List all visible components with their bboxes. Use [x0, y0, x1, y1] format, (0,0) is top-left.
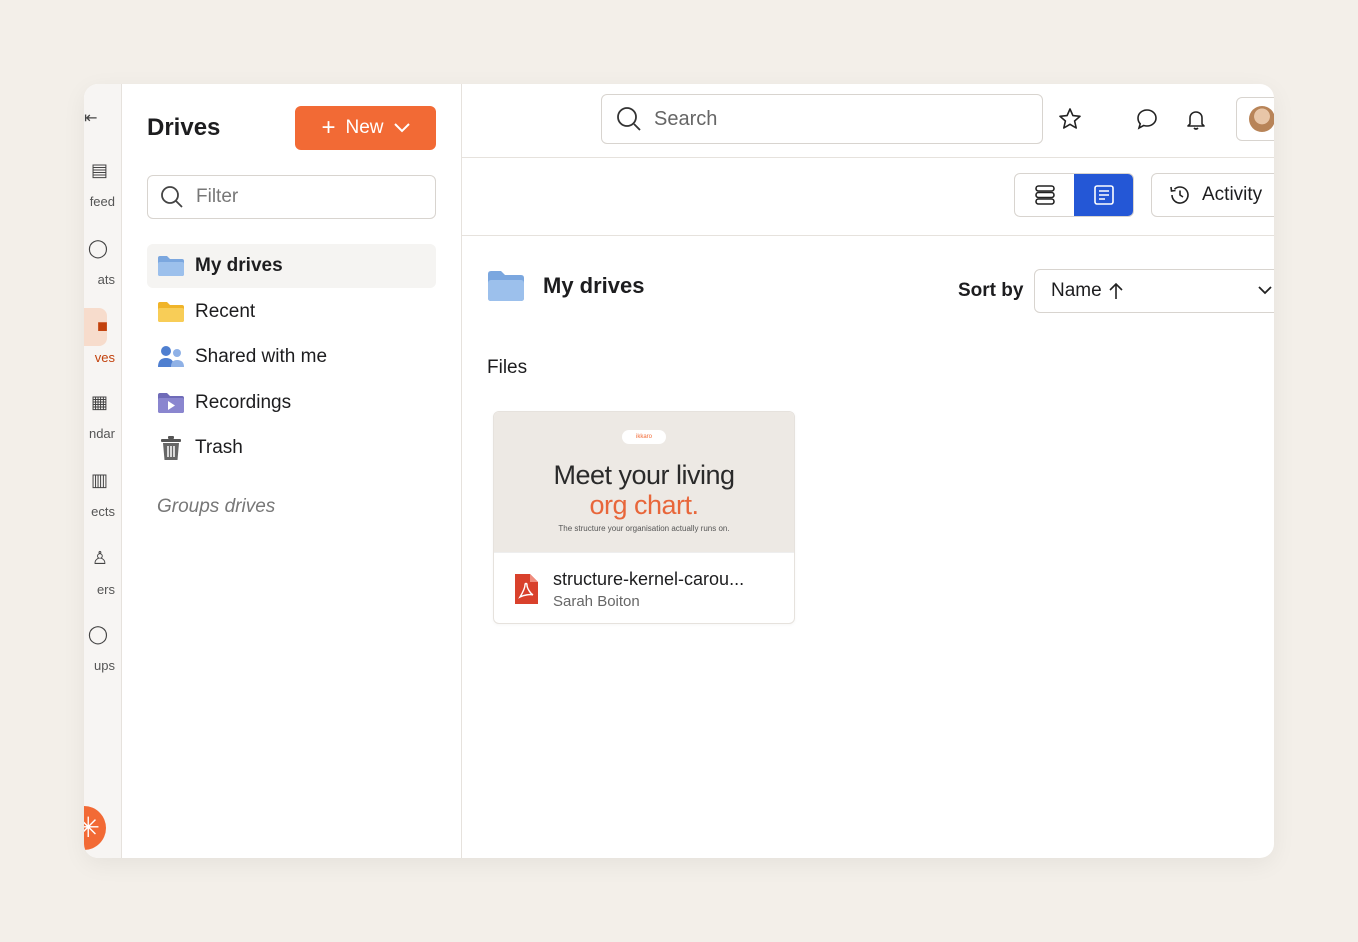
- file-name: structure-kernel-carou...: [553, 569, 745, 589]
- new-button[interactable]: + New: [295, 106, 436, 150]
- activity-label: Activity: [1202, 184, 1263, 205]
- app-logo-icon[interactable]: ✳: [84, 806, 106, 850]
- search-icon: [617, 107, 641, 131]
- view-toolbar: Activity: [462, 158, 1274, 236]
- file-thumbnail: ikkaro Meet your living org chart. The s…: [494, 412, 794, 552]
- collapse-icon[interactable]: ⇤: [84, 108, 97, 128]
- users-icon: ♙: [91, 548, 108, 568]
- nav-item-recordings[interactable]: Recordings: [147, 381, 436, 425]
- nav-item-label: Trash: [195, 437, 243, 458]
- thumbnail-subtitle: The structure your organisation actually…: [558, 524, 730, 533]
- chat-icon: ◯: [87, 238, 108, 258]
- rail-item-label: ves: [94, 350, 115, 365]
- search-field[interactable]: [601, 94, 1043, 144]
- search-input[interactable]: [654, 107, 1014, 131]
- nav-item-label: Recent: [195, 300, 256, 322]
- content-header: My drives: [487, 270, 645, 302]
- bell-icon[interactable]: [1183, 106, 1209, 132]
- app-window: ⇤ ▤ feed ◯ ats ■ ves ▦ ndar ▥ ects ♙ ers…: [84, 84, 1274, 858]
- activity-button[interactable]: Activity: [1151, 173, 1274, 217]
- list-view-icon: [1034, 185, 1055, 205]
- rail-item-label: feed: [89, 194, 115, 209]
- chevron-down-icon: [1258, 286, 1272, 295]
- nav-item-label: Recordings: [195, 391, 292, 413]
- new-button-label: New: [345, 117, 384, 138]
- people-icon: [157, 345, 185, 369]
- star-icon[interactable]: [1057, 106, 1083, 132]
- nav-item-my-drives[interactable]: My drives: [147, 244, 436, 288]
- avatar-image: [1249, 106, 1274, 132]
- chevron-down-icon: [393, 123, 410, 133]
- plus-icon: +: [321, 114, 336, 141]
- history-icon: [1170, 186, 1189, 204]
- app-rail: ⇤ ▤ feed ◯ ats ■ ves ▦ ndar ▥ ects ♙ ers…: [84, 84, 122, 858]
- pdf-file-icon: [515, 574, 538, 604]
- chat-bubble-icon[interactable]: [1134, 106, 1160, 132]
- sort-select[interactable]: Name: [1034, 269, 1274, 313]
- yellow-folder-icon: [157, 300, 185, 324]
- avatar[interactable]: [1236, 97, 1274, 141]
- view-toggle: [1014, 173, 1134, 217]
- rail-item-label: ects: [91, 504, 115, 519]
- file-owner: Sarah Boiton: [553, 593, 640, 610]
- thumbnail-headline: Meet your living: [553, 460, 735, 490]
- video-folder-icon: [157, 391, 185, 415]
- blue-folder-icon: [488, 271, 524, 301]
- files-section-label: Files: [487, 357, 528, 378]
- rail-item-label: ups: [94, 658, 115, 673]
- rail-item-label: ers: [96, 582, 115, 597]
- main-area: Activity My drives Sort by Name Files ik…: [462, 84, 1274, 858]
- rail-item-label: ndar: [88, 426, 115, 441]
- thumbnail-logo-pill: ikkaro: [622, 430, 666, 444]
- drives-nav: My drives Recent Shared with me Recordin…: [147, 244, 436, 472]
- groups-icon: ◯: [87, 624, 108, 644]
- filter-input[interactable]: [196, 186, 416, 208]
- nav-item-label: My drives: [195, 255, 283, 276]
- projects-icon: ▥: [90, 470, 108, 490]
- file-card-info: structure-kernel-carou... Sarah Boiton: [494, 552, 794, 623]
- sort-label: Sort by: [958, 280, 1024, 301]
- nav-item-trash[interactable]: Trash: [147, 426, 436, 470]
- news-icon: ▤: [90, 160, 108, 180]
- nav-item-recent[interactable]: Recent: [147, 290, 436, 334]
- nav-item-shared[interactable]: Shared with me: [147, 335, 436, 379]
- content-title: My drives: [543, 273, 645, 298]
- card-view-icon: [1093, 185, 1114, 205]
- arrow-up-icon: [1109, 282, 1123, 299]
- calendar-icon: ▦: [90, 392, 108, 412]
- nav-item-label: Shared with me: [195, 346, 328, 367]
- thumbnail-headline-accent: org chart.: [589, 490, 699, 520]
- list-view-button[interactable]: [1015, 174, 1074, 216]
- grid-view-button[interactable]: [1074, 174, 1133, 216]
- topbar: [462, 84, 1274, 158]
- filter-field[interactable]: [147, 175, 436, 219]
- rail-item-label: ats: [97, 272, 115, 287]
- sort-value: Name: [1051, 280, 1102, 301]
- panel-title: Drives: [147, 114, 221, 141]
- blue-folder-icon: [157, 254, 185, 278]
- trash-icon: [157, 436, 185, 460]
- search-icon: [161, 186, 183, 208]
- file-card[interactable]: ikkaro Meet your living org chart. The s…: [493, 411, 795, 624]
- drives-panel: Drives + New My drives Recent: [122, 84, 462, 858]
- drive-icon: ■: [97, 316, 108, 336]
- groups-drives-label: Groups drives: [157, 496, 276, 517]
